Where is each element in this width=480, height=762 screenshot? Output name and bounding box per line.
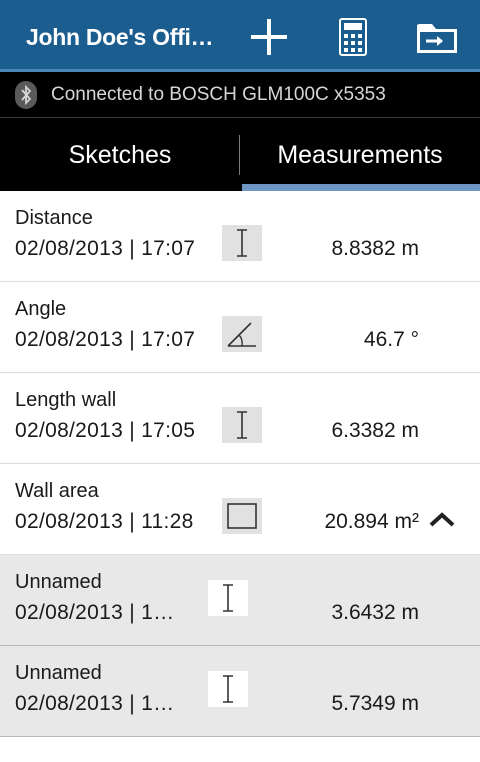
app-title: John Doe's Offi… (26, 24, 214, 50)
calculator-button[interactable] (326, 10, 380, 64)
measurement-value: 6.3382 m (331, 419, 419, 442)
measurement-name: Angle (15, 298, 67, 320)
app-bar: John Doe's Offi… (0, 0, 480, 72)
folder-icon (417, 24, 457, 53)
distance-icon (222, 225, 262, 261)
tab-bar: Sketches Measurements (0, 118, 480, 191)
measurement-value: 20.894 m² (324, 510, 419, 533)
measurement-value: 46.7 ° (363, 328, 419, 351)
tab-selected-indicator (242, 184, 480, 191)
distance-icon (208, 671, 248, 707)
measurement-name: Unnamed (15, 571, 102, 593)
plus-icon (251, 19, 287, 55)
area-icon (222, 498, 262, 534)
measurement-name: Wall area (15, 480, 99, 502)
angle-icon (222, 316, 262, 352)
measurement-row-sub[interactable]: Unnamed 02/08/2013 | 1… 5.7349 m (0, 646, 480, 737)
measurement-value: 8.8382 m (331, 237, 419, 260)
measurement-row-angle[interactable]: Angle 02/08/2013 | 17:07 46.7 ° (0, 282, 480, 373)
connection-status-text: Connected to BOSCH GLM100C x5353 (51, 84, 386, 105)
calculator-icon (339, 18, 367, 56)
measurement-name: Distance (15, 207, 93, 229)
add-button[interactable] (242, 10, 296, 64)
measurement-row-length-wall[interactable]: Length wall 02/08/2013 | 17:05 6.3382 m (0, 373, 480, 464)
measurement-date: 02/08/2013 | 17:07 (15, 328, 196, 351)
measurement-row-sub[interactable]: Unnamed 02/08/2013 | 1… 3.6432 m (0, 555, 480, 646)
distance-icon (208, 580, 248, 616)
chevron-up-icon[interactable] (428, 510, 456, 530)
measurement-value: 5.7349 m (331, 692, 419, 715)
measurement-row-distance[interactable]: Distance 02/08/2013 | 17:07 8.8382 m (0, 191, 480, 282)
measurement-name: Unnamed (15, 662, 102, 684)
tab-sketches[interactable]: Sketches (0, 118, 240, 191)
tab-measurements[interactable]: Measurements (240, 118, 480, 191)
bluetooth-icon (15, 81, 37, 109)
measurement-value: 3.6432 m (331, 601, 419, 624)
measurement-date: 02/08/2013 | 17:05 (15, 419, 196, 442)
measurement-date: 02/08/2013 | 1… (15, 692, 175, 715)
measurement-date: 02/08/2013 | 11:28 (15, 510, 194, 533)
measurement-date: 02/08/2013 | 17:07 (15, 237, 196, 260)
measurement-row-wall-area[interactable]: Wall area 02/08/2013 | 11:28 20.894 m² (0, 464, 480, 555)
connection-status-bar: Connected to BOSCH GLM100C x5353 (0, 72, 480, 118)
open-folder-button[interactable] (410, 10, 464, 64)
measurement-list: Distance 02/08/2013 | 17:07 8.8382 m Ang… (0, 191, 480, 737)
measurement-date: 02/08/2013 | 1… (15, 601, 175, 624)
distance-icon (222, 407, 262, 443)
measurement-name: Length wall (15, 389, 117, 411)
